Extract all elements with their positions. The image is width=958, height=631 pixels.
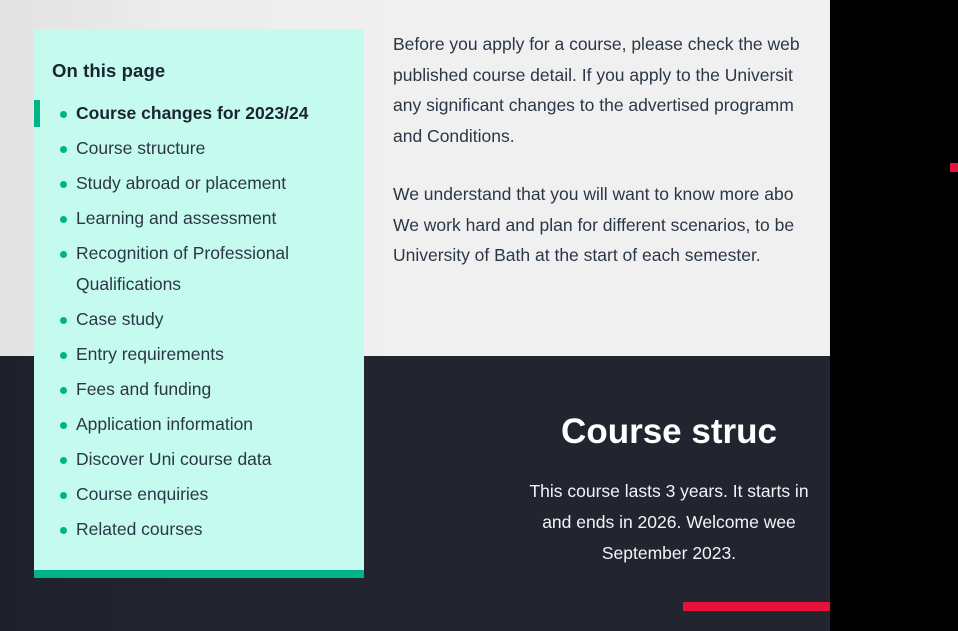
bullet-icon	[60, 146, 67, 153]
on-this-page-item-related-courses[interactable]: Related courses	[34, 512, 364, 547]
on-this-page-link[interactable]: Application information	[76, 407, 350, 442]
on-this-page-item-course-enquiries[interactable]: Course enquiries	[34, 477, 364, 512]
on-this-page-link[interactable]: Recognition of Professional Qualificatio…	[76, 236, 326, 302]
bullet-icon	[60, 387, 67, 394]
bullet-icon	[60, 527, 67, 534]
bullet-icon	[60, 317, 67, 324]
on-this-page-list: Course changes for 2023/24 Course struct…	[34, 82, 364, 547]
bullet-icon	[60, 352, 67, 359]
on-this-page-item-fees-funding[interactable]: Fees and funding	[34, 372, 364, 407]
on-this-page-item-application-information[interactable]: Application information	[34, 407, 364, 442]
on-this-page-link[interactable]: Related courses	[76, 512, 350, 547]
on-this-page-item-entry-requirements[interactable]: Entry requirements	[34, 337, 364, 372]
on-this-page-panel: On this page Course changes for 2023/24 …	[34, 29, 364, 578]
on-this-page-link[interactable]: Entry requirements	[76, 337, 350, 372]
on-this-page-item-case-study[interactable]: Case study	[34, 302, 364, 337]
on-this-page-link[interactable]: Course changes for 2023/24	[76, 96, 350, 131]
bullet-icon	[60, 457, 67, 464]
on-this-page-link[interactable]: Fees and funding	[76, 372, 350, 407]
on-this-page-item-course-structure[interactable]: Course structure	[34, 131, 364, 166]
on-this-page-link[interactable]: Learning and assessment	[76, 201, 350, 236]
on-this-page-link[interactable]: Course structure	[76, 131, 350, 166]
on-this-page-title: On this page	[52, 60, 166, 81]
bullet-icon	[60, 422, 67, 429]
on-this-page-link[interactable]: Course enquiries	[76, 477, 350, 512]
screen-occluder-overlay	[830, 0, 958, 631]
on-this-page-link[interactable]: Discover Uni course data	[76, 442, 350, 477]
bullet-icon	[60, 181, 67, 188]
page-root: Before you apply for a course, please ch…	[0, 0, 958, 631]
bullet-icon	[60, 492, 67, 499]
on-this-page-link[interactable]: Study abroad or placement	[76, 166, 350, 201]
bullet-icon	[60, 111, 67, 118]
on-this-page-item-study-abroad[interactable]: Study abroad or placement	[34, 166, 364, 201]
on-this-page-item-recognition-professional-qualifications[interactable]: Recognition of Professional Qualificatio…	[34, 236, 364, 302]
on-this-page-item-learning-assessment[interactable]: Learning and assessment	[34, 201, 364, 236]
red-marker-dot	[950, 163, 958, 172]
active-indicator-bar	[34, 100, 40, 127]
bullet-icon	[60, 251, 67, 258]
on-this-page-item-discover-uni-course-data[interactable]: Discover Uni course data	[34, 442, 364, 477]
bullet-icon	[60, 216, 67, 223]
on-this-page-item-course-changes[interactable]: Course changes for 2023/24	[34, 96, 364, 131]
on-this-page-link[interactable]: Case study	[76, 302, 350, 337]
